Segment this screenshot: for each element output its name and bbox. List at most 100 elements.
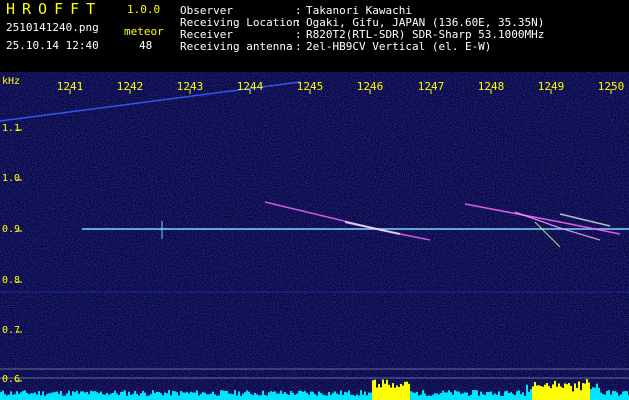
level-bar-segment: [172, 390, 174, 400]
level-bar-segment: [154, 393, 156, 400]
level-bar-segment: [184, 392, 186, 400]
level-bar-segment: [572, 391, 574, 400]
x-tick-label: 1250: [597, 80, 625, 93]
level-bar-segment: [62, 395, 64, 400]
x-tick-label: 1243: [176, 80, 204, 93]
level-bar-segment: [150, 394, 152, 400]
level-bar-segment: [158, 391, 160, 400]
level-bar-segment: [430, 395, 432, 400]
antenna-colon: :: [295, 40, 302, 53]
level-bar-segment: [312, 391, 314, 400]
level-bar-segment: [524, 395, 526, 400]
level-bar-segment: [256, 394, 258, 400]
level-bar-segment: [266, 395, 268, 400]
level-bar-segment: [238, 391, 240, 400]
level-bar-segment: [104, 394, 106, 400]
level-bar-segment: [618, 395, 620, 400]
observer-value: Takanori Kawachi: [306, 4, 412, 17]
x-tick-label: 1249: [537, 80, 565, 93]
level-bar-segment: [568, 383, 570, 400]
level-bar-segment: [2, 390, 4, 400]
level-bar-segment: [388, 384, 390, 400]
level-bar-segment: [86, 391, 88, 400]
level-bar-segment: [596, 383, 598, 400]
level-bar-segment: [622, 391, 624, 400]
level-bar-segment: [332, 392, 334, 400]
level-bar-segment: [338, 394, 340, 400]
level-bar-segment: [322, 394, 324, 400]
level-bar-segment: [100, 391, 102, 400]
level-bar-segment: [286, 393, 288, 400]
level-bar-segment: [20, 392, 22, 400]
level-bar-segment: [138, 395, 140, 400]
level-bar-segment: [370, 392, 372, 400]
level-bar-segment: [368, 392, 370, 400]
level-bar-segment: [240, 395, 242, 400]
level-bar-segment: [476, 390, 478, 400]
level-bar-segment: [44, 395, 46, 400]
level-bar-segment: [50, 392, 52, 400]
level-bar-segment: [374, 379, 376, 400]
level-bar-segment: [364, 391, 366, 400]
level-bar-segment: [74, 392, 76, 400]
level-bar-segment: [612, 390, 614, 400]
meteor-count: 48: [139, 39, 153, 52]
level-bar-segment: [624, 391, 626, 400]
level-bar-segment: [502, 395, 504, 400]
spectrogram-plot: [0, 72, 629, 400]
y-tick-label: 0.7: [2, 325, 21, 336]
level-bar-segment: [64, 395, 66, 400]
level-bar-segment: [108, 394, 110, 400]
level-bar-segment: [394, 387, 396, 400]
level-bar-segment: [140, 393, 142, 400]
level-bar-segment: [432, 394, 434, 400]
level-bar-segment: [606, 390, 608, 400]
level-bar-segment: [130, 394, 132, 400]
level-bar-segment: [6, 395, 8, 400]
y-axis-unit: kHz: [2, 76, 21, 87]
level-bar-segment: [16, 391, 18, 400]
observer-label: Observer: [180, 4, 233, 17]
level-bar-segment: [18, 393, 20, 400]
level-bar-segment: [132, 393, 134, 400]
level-bar-segment: [428, 395, 430, 400]
level-bar-segment: [208, 394, 210, 400]
level-bar-segment: [478, 395, 480, 400]
level-bar-segment: [166, 393, 168, 400]
level-bar-segment: [230, 393, 232, 400]
level-bar-segment: [550, 388, 552, 400]
level-bar-segment: [10, 391, 12, 400]
level-bar-segment: [444, 392, 446, 400]
level-bar-segment: [570, 385, 572, 400]
level-bar-segment: [4, 394, 6, 400]
level-bar-segment: [544, 384, 546, 400]
level-bar-segment: [410, 391, 412, 400]
level-bar-segment: [32, 393, 34, 400]
y-tick-label: 0.6: [2, 374, 21, 385]
level-bar-segment: [482, 394, 484, 400]
level-bar-segment: [578, 381, 580, 400]
level-bar-segment: [70, 395, 72, 400]
level-bar-segment: [488, 392, 490, 400]
level-bar-segment: [386, 379, 388, 400]
level-bar-segment: [274, 391, 276, 400]
level-bar-segment: [360, 390, 362, 400]
level-bar-segment: [190, 391, 192, 400]
level-bar-segment: [84, 392, 86, 400]
x-tick-label: 1246: [356, 80, 384, 93]
level-bar-segment: [254, 392, 256, 400]
level-bar-segment: [304, 391, 306, 400]
level-bar-segment: [558, 383, 560, 400]
level-bar-segment: [390, 387, 392, 400]
level-bar-segment: [134, 391, 136, 400]
level-bar-segment: [490, 391, 492, 400]
file-name: 2510141240.png: [6, 21, 99, 34]
level-bar-segment: [608, 390, 610, 400]
level-bar-segment: [202, 392, 204, 400]
level-bar-segment: [80, 391, 82, 400]
level-bar-segment: [620, 394, 622, 400]
level-bar-segment: [330, 394, 332, 400]
level-bar-segment: [534, 382, 536, 400]
level-bar-segment: [424, 393, 426, 400]
level-bar-segment: [186, 392, 188, 400]
